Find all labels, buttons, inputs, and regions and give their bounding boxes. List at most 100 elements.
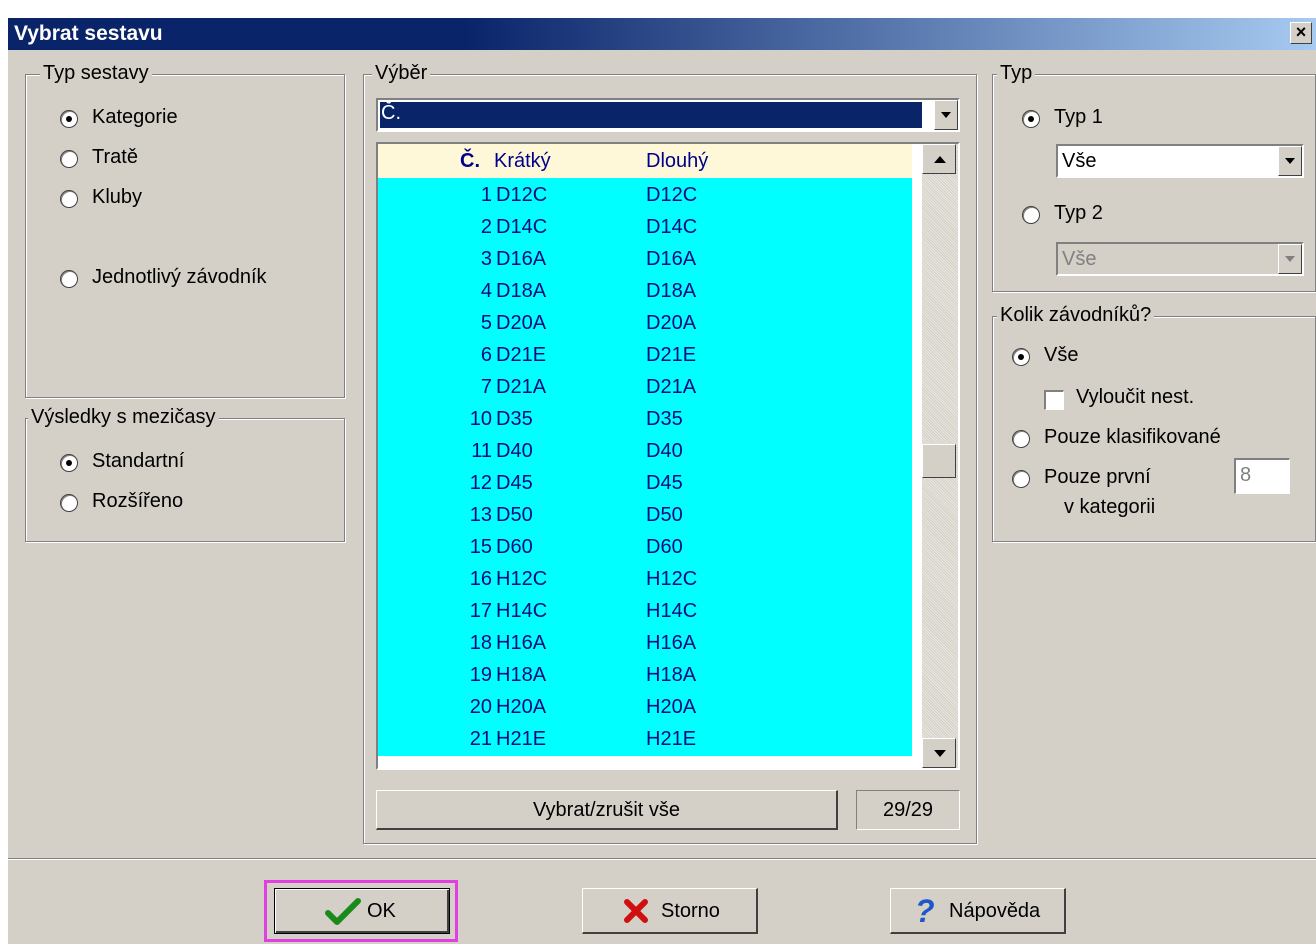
ok-label: OK: [367, 900, 396, 922]
row-long: H12C: [646, 568, 698, 590]
help-icon: ?: [915, 893, 935, 929]
label-typ1: Typ 1: [1054, 106, 1103, 128]
row-short: D21A: [496, 376, 547, 398]
col-long-header[interactable]: Dlouhý: [646, 150, 708, 173]
list-item[interactable]: 21 H21E H21E: [378, 724, 912, 756]
row-short: H14C: [496, 600, 548, 622]
row-num: 5: [480, 312, 492, 334]
title-bar: Vybrat sestavu ×: [8, 18, 1316, 50]
row-long: D45: [646, 472, 683, 494]
list-item[interactable]: 12 D45 D45: [378, 468, 912, 500]
typ1-combo[interactable]: Vše: [1056, 144, 1304, 178]
dialog-window: Vybrat sestavu × Typ sestavy Kategorie T…: [8, 18, 1316, 944]
count-value: 29/29: [882, 799, 934, 821]
row-num: 21: [469, 728, 492, 750]
vysledky-group: Výsledky s mezičasy: [25, 406, 345, 542]
sort-combo-value: Č.: [381, 102, 401, 124]
list-item[interactable]: 2 D14C D14C: [378, 212, 912, 244]
row-long: D50: [646, 504, 683, 526]
row-short: H20A: [496, 696, 547, 718]
list-item[interactable]: 16 H12C H12C: [378, 564, 912, 596]
scroll-up-icon[interactable]: [922, 144, 956, 174]
label-jednotlivy: Jednotlivý závodník: [92, 266, 267, 288]
help-button[interactable]: ? Nápověda: [890, 888, 1066, 934]
list-header: Č. Krátký Dlouhý: [378, 144, 912, 178]
list-item[interactable]: 11 D40 D40: [378, 436, 912, 468]
window-title: Vybrat sestavu: [14, 22, 163, 45]
radio-rozsireno[interactable]: [60, 494, 78, 512]
list-item[interactable]: 1 D12C D12C: [378, 180, 912, 212]
row-num: 6: [480, 344, 492, 366]
row-long: D18A: [646, 280, 697, 302]
row-num: 12: [469, 472, 492, 494]
label-typ2: Typ 2: [1054, 202, 1103, 224]
row-num: 2: [480, 216, 492, 238]
row-short: D12C: [496, 184, 548, 206]
row-short: D50: [496, 504, 533, 526]
row-short: H21E: [496, 728, 547, 750]
radio-pouze-prvni[interactable]: [1012, 470, 1030, 488]
scroll-thumb[interactable]: [922, 444, 956, 478]
row-short: D60: [496, 536, 533, 558]
select-all-button[interactable]: Vybrat/zrušit vše: [376, 790, 838, 830]
row-long: D21E: [646, 344, 697, 366]
radio-vse[interactable]: [1012, 348, 1030, 366]
list-item[interactable]: 10 D35 D35: [378, 404, 912, 436]
sort-combo[interactable]: Č.: [376, 98, 960, 132]
close-button[interactable]: ×: [1290, 22, 1312, 44]
list-scrollbar[interactable]: [922, 144, 958, 768]
radio-klasifikovane[interactable]: [1012, 430, 1030, 448]
chevron-down-icon[interactable]: [1278, 146, 1302, 176]
row-num: 20: [469, 696, 492, 718]
scroll-down-icon[interactable]: [922, 738, 956, 768]
chevron-down-icon: [1278, 244, 1302, 274]
row-short: D20A: [496, 312, 547, 334]
radio-trate[interactable]: [60, 150, 78, 168]
row-short: D21E: [496, 344, 547, 366]
ok-button[interactable]: OK: [274, 888, 450, 934]
radio-kluby[interactable]: [60, 190, 78, 208]
help-label: Nápověda: [949, 900, 1041, 922]
row-long: H18A: [646, 664, 697, 686]
list-item[interactable]: 7 D21A D21A: [378, 372, 912, 404]
chevron-down-icon[interactable]: [934, 100, 958, 130]
row-num: 3: [480, 248, 492, 270]
radio-jednotlivy[interactable]: [60, 270, 78, 288]
radio-typ1[interactable]: [1022, 110, 1040, 128]
row-short: D40: [496, 440, 533, 462]
list-item[interactable]: 15 D60 D60: [378, 532, 912, 564]
label-pouze-prvni: Pouze první: [1044, 466, 1151, 488]
col-short-header[interactable]: Krátký: [494, 150, 551, 173]
radio-standartni[interactable]: [60, 454, 78, 472]
list-item[interactable]: 20 H20A H20A: [378, 692, 912, 724]
label-trate: Tratě: [92, 146, 138, 168]
radio-typ2[interactable]: [1022, 206, 1040, 224]
col-num-header[interactable]: Č.: [460, 150, 480, 173]
label-standartni: Standartní: [92, 450, 185, 472]
row-short: H16A: [496, 632, 547, 654]
row-num: 7: [480, 376, 492, 398]
category-list[interactable]: Č. Krátký Dlouhý 1 D12C D12C 2 D14C D14C 3 D16A…: [376, 142, 960, 770]
list-item[interactable]: 4 D18A D18A: [378, 276, 912, 308]
typ2-combo: Vše: [1056, 242, 1304, 276]
label-kategorie: Kategorie: [92, 106, 178, 128]
vysledky-legend: Výsledky s mezičasy: [28, 406, 219, 429]
storno-label: Storno: [661, 900, 720, 922]
list-item[interactable]: 13 D50 D50: [378, 500, 912, 532]
storno-button[interactable]: Storno: [582, 888, 758, 934]
row-num: 17: [469, 600, 492, 622]
count-display: 29/29: [856, 790, 960, 830]
row-short: D18A: [496, 280, 547, 302]
list-item[interactable]: 17 H14C H14C: [378, 596, 912, 628]
list-item[interactable]: 6 D21E D21E: [378, 340, 912, 372]
pouze-prvni-input[interactable]: 8: [1234, 458, 1290, 494]
list-item[interactable]: 5 D20A D20A: [378, 308, 912, 340]
checkbox-vyloucit[interactable]: [1044, 390, 1064, 410]
list-item[interactable]: 19 H18A H18A: [378, 660, 912, 692]
row-short: H18A: [496, 664, 547, 686]
label-vse: Vše: [1044, 344, 1079, 366]
row-long: D16A: [646, 248, 697, 270]
list-item[interactable]: 3 D16A D16A: [378, 244, 912, 276]
radio-kategorie[interactable]: [60, 110, 78, 128]
list-item[interactable]: 18 H16A H16A: [378, 628, 912, 660]
